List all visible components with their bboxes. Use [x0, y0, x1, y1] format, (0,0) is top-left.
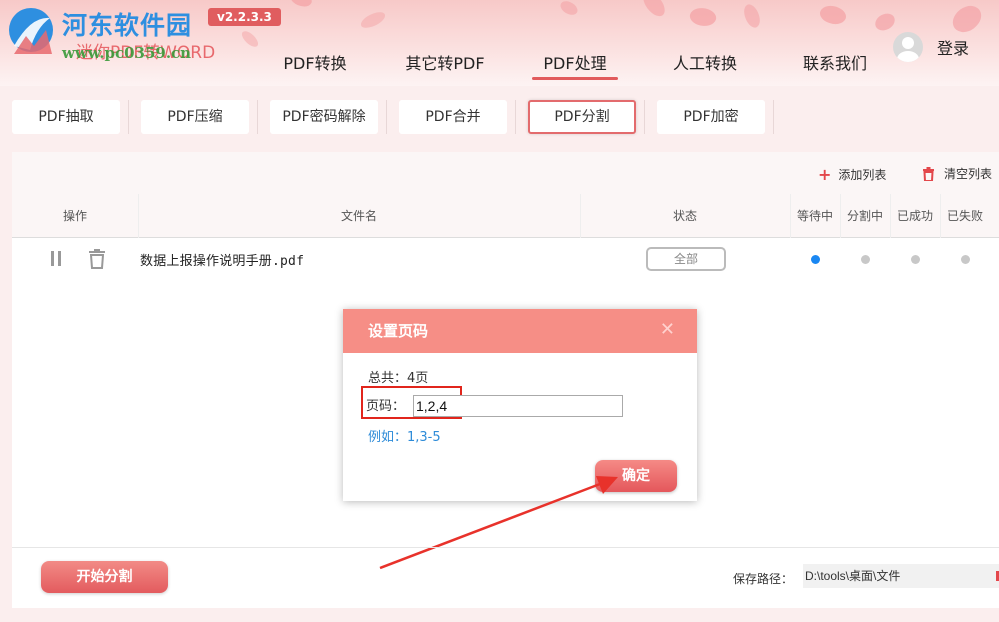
set-page-dialog: 设置页码 ✕ 总共：4页 页码： 例如：1,3-5 确定 [343, 309, 697, 501]
example-hint: 例如：1,3-5 [368, 430, 441, 445]
file-name: 数据上报操作说明手册.pdf [140, 254, 305, 269]
nav-contact[interactable]: 联系我们 [770, 52, 900, 82]
delete-icon[interactable] [88, 249, 106, 269]
tab-pdf-decrypt[interactable]: PDF密码解除 [270, 100, 378, 134]
dialog-title: 设置页码 [368, 322, 429, 340]
table-row: 数据上报操作说明手册.pdf 全部 [12, 239, 999, 281]
petal-decoration [358, 9, 388, 31]
close-icon[interactable]: ✕ [660, 319, 675, 340]
dialog-header: 设置页码 ✕ [343, 309, 697, 353]
plus-icon: + [818, 165, 832, 184]
column-header-failed: 已失败 [946, 209, 983, 223]
petal-decoration [558, 0, 580, 19]
column-header-success: 已成功 [896, 209, 933, 223]
petal-decoration [287, 0, 315, 11]
add-list-button[interactable]: + 添加列表 [818, 165, 886, 184]
nav-manual-convert[interactable]: 人工转换 [640, 52, 770, 82]
avatar-icon [893, 32, 923, 62]
login-button[interactable]: 登录 [893, 32, 969, 62]
tab-divider [515, 100, 516, 134]
petal-decoration [687, 4, 719, 30]
tab-divider [644, 100, 645, 134]
status-filter-button[interactable]: 全部 [646, 247, 726, 271]
tab-pdf-compress[interactable]: PDF压缩 [141, 100, 249, 134]
petal-decoration [817, 1, 849, 29]
total-pages-text: 总共：4页 [368, 371, 429, 386]
column-header-splitting: 分割中 [846, 209, 883, 223]
tab-pdf-encrypt[interactable]: PDF加密 [657, 100, 765, 134]
clear-list-label: 清空列表 [944, 167, 993, 181]
clear-list-button[interactable]: 清空列表 [922, 165, 992, 182]
tab-pdf-split[interactable]: PDF分割 [528, 100, 636, 134]
status-dot-success [911, 255, 920, 264]
footer-divider [12, 547, 999, 548]
column-header-op: 操作 [62, 209, 87, 223]
app-header: 河东软件园 迷你PDF转WORD www.pc0359.cn v2.2.3.3 … [0, 0, 999, 86]
brand-title: 河东软件园 [62, 11, 193, 40]
start-split-button[interactable]: 开始分割 [41, 561, 168, 593]
status-dot-waiting [811, 255, 820, 264]
save-path-label: 保存路径： [733, 572, 794, 586]
pause-icon[interactable] [49, 251, 63, 267]
page-number-input[interactable] [413, 395, 623, 417]
status-dot-splitting [861, 255, 870, 264]
column-header-filename: 文件名 [340, 209, 377, 223]
confirm-button[interactable]: 确定 [595, 460, 677, 492]
column-header-waiting: 等待中 [796, 209, 833, 223]
add-list-label: 添加列表 [838, 168, 887, 182]
status-dot-failed [961, 255, 970, 264]
petal-decoration [739, 2, 765, 30]
table-header: 操作 文件名 状态 等待中 分割中 已成功 已失败 [12, 194, 999, 238]
page-number-label: 页码： [366, 399, 406, 414]
tab-divider [128, 100, 129, 134]
tab-divider [773, 100, 774, 134]
version-badge: v2.2.3.3 [208, 8, 281, 26]
logo-icon [9, 8, 53, 54]
trash-icon [923, 166, 934, 181]
tab-divider [257, 100, 258, 134]
nav-other-to-pdf[interactable]: 其它转PDF [380, 52, 510, 82]
brand-url: www.pc0359.cn [62, 44, 192, 62]
tab-divider [386, 100, 387, 134]
save-path-field[interactable]: D:\tools\桌面\文件 [803, 564, 999, 588]
petal-decoration [239, 28, 261, 50]
nav-pdf-process[interactable]: PDF处理 [510, 52, 640, 82]
tool-tabs: PDF抽取 PDF压缩 PDF密码解除 PDF合并 PDF分割 PDF加密 [0, 100, 774, 134]
petal-decoration [640, 0, 668, 21]
tab-pdf-merge[interactable]: PDF合并 [399, 100, 507, 134]
list-toolbar: + 添加列表 清空列表 [12, 152, 999, 194]
login-label: 登录 [937, 39, 970, 58]
main-nav: PDF转换 其它转PDF PDF处理 人工转换 联系我们 [250, 52, 900, 82]
tab-pdf-extract[interactable]: PDF抽取 [12, 100, 120, 134]
petal-decoration [873, 12, 897, 32]
column-header-status: 状态 [672, 209, 697, 223]
nav-pdf-convert[interactable]: PDF转换 [250, 52, 380, 82]
